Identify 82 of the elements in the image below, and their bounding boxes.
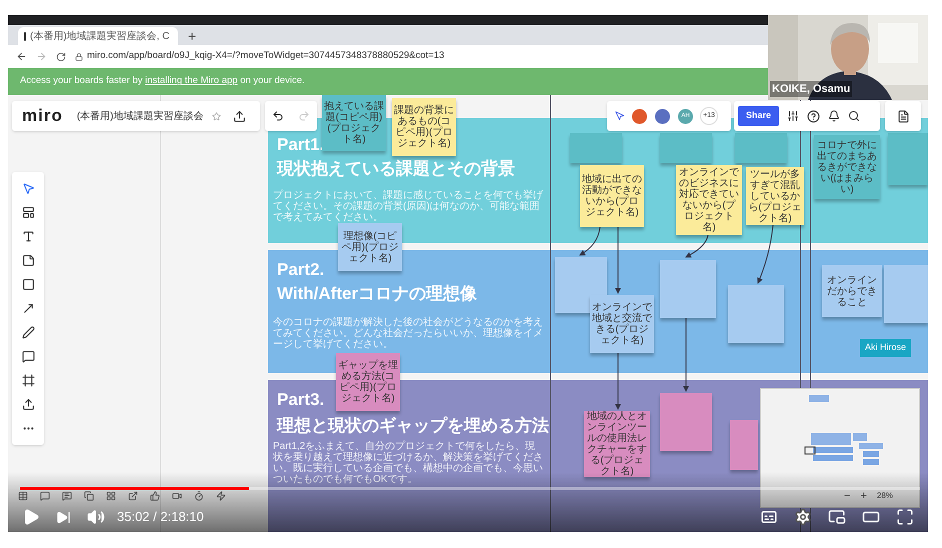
sticky-note-text: ギャップを埋める方法(コピペ用)(プロジェクト名) — [338, 360, 398, 404]
sticky-note[interactable]: オンラインで地域と交流できる(プロジェクト名) — [590, 295, 654, 353]
connector-arrow — [615, 352, 621, 410]
help-icon[interactable] — [807, 110, 820, 122]
select-icon[interactable] — [22, 182, 34, 195]
sticky-note[interactable]: 理想像(コピペ用)(プロジェクト名) — [338, 223, 402, 271]
connector-arrow — [685, 234, 708, 258]
sticky-note[interactable]: 抱えている課題(コピペ用)(プロジェクト名) — [322, 95, 386, 151]
time-display: 35:02 / 2:18:10 — [117, 508, 204, 526]
sticky-note[interactable]: 課題の背景にあるもの(コピペ用)(プロジェクト名) — [392, 98, 456, 156]
section-subtitle: 理想と現状のギャップを埋める方法 — [277, 415, 549, 437]
export-icon[interactable] — [232, 110, 246, 122]
sticky-note-icon[interactable] — [22, 254, 34, 267]
sticky-note-text: 地域に出ての活動ができないから(プロジェクト名) — [582, 174, 642, 218]
zoom-in-button[interactable]: + — [860, 490, 867, 502]
thumbs-up-icon[interactable] — [150, 491, 160, 501]
cursor-icon[interactable] — [615, 111, 625, 121]
fullscreen-icon[interactable] — [896, 508, 914, 526]
share-button[interactable]: Share — [738, 106, 780, 126]
sticky-note-text: 抱えている課題(コピペ用)(プロジェクト名) — [324, 101, 384, 145]
sticky-note-text: 理想像(コピペ用)(プロジェクト名) — [340, 230, 400, 264]
new-tab-button[interactable]: + — [188, 27, 196, 45]
search-icon[interactable] — [848, 110, 860, 122]
participant-name: KOIKE, Osamu — [770, 80, 852, 97]
sticky-note-text: オンラインで地域と交流できる(プロジェクト名) — [592, 302, 652, 346]
zoom-level: 28% — [876, 490, 893, 502]
section-title: Part1. — [277, 135, 324, 155]
section-subtitle: With/Afterコロナの理想像 — [277, 283, 478, 305]
miniplayer-icon[interactable] — [828, 508, 846, 526]
banner-text: Access your boards faster by installing the Miro app on your device. — [20, 74, 305, 88]
avatar[interactable] — [631, 108, 648, 124]
template-icon[interactable] — [22, 206, 34, 219]
sticky-note-text: 課題の背景にあるもの(コピペ用)(プロジェクト名) — [394, 105, 454, 149]
comment-icon[interactable] — [62, 491, 72, 501]
connector-arrow — [579, 226, 600, 256]
pen-icon[interactable] — [22, 326, 34, 339]
section-description: プロジェクトにおいて、課題に感じていることを何でも挙げてください。その課題の背景(原因)は何なのか、可能な範囲で考えてみてください。 — [273, 190, 544, 223]
volume-icon[interactable] — [87, 508, 105, 526]
notification-icon[interactable] — [828, 110, 840, 122]
section-title: Part3. — [277, 390, 324, 410]
lock-icon — [75, 52, 83, 60]
chat-icon[interactable] — [40, 491, 50, 501]
progress-track[interactable] — [20, 487, 920, 490]
upload-icon[interactable] — [22, 398, 34, 412]
arrow-icon[interactable] — [22, 302, 34, 315]
external-link-icon[interactable] — [128, 491, 138, 501]
next-icon[interactable] — [56, 510, 71, 524]
sticky-note[interactable]: ギャップを埋める方法(コピペ用)(プロジェクト名) — [336, 353, 400, 411]
document-icon[interactable] — [896, 110, 910, 122]
cursor-label: Aki Hirose — [860, 339, 912, 356]
connector-arrow — [615, 226, 621, 294]
rectangle-icon[interactable] — [22, 278, 34, 291]
browser-tab[interactable]: (本番用)地域課題実習座談会, C — [18, 27, 178, 45]
lightning-icon[interactable] — [216, 491, 226, 501]
sticky-note[interactable]: 地域に出ての活動ができないから(プロジェクト名) — [580, 165, 644, 227]
play-icon[interactable] — [22, 508, 40, 526]
video-icon[interactable] — [172, 491, 182, 501]
settings-icon[interactable] — [794, 508, 812, 526]
section-subtitle: 現状抱えている課題とその背景 — [277, 158, 515, 180]
section-title: Part2. — [277, 260, 324, 280]
section-description: 今のコロナの課題が解決した後の社会がどうなるのかを考えてみてください。どんな社会だったらいいか、理想像をイメージして挙げてください。 — [273, 317, 544, 350]
reload-icon[interactable] — [56, 52, 66, 62]
avatar[interactable] — [654, 108, 671, 124]
connector-arrow — [757, 224, 774, 284]
timer-icon[interactable] — [194, 491, 204, 501]
frame-icon[interactable] — [22, 374, 34, 388]
table-icon[interactable] — [18, 491, 28, 501]
sticky-note[interactable]: オンラインだからできること — [822, 265, 882, 317]
zoom-out-button[interactable]: − — [844, 490, 850, 502]
back-icon[interactable] — [16, 51, 27, 62]
star-icon[interactable] — [212, 112, 221, 120]
comment-icon[interactable] — [22, 350, 34, 364]
sticky-note-text: オンラインだからできること — [826, 274, 878, 308]
board-title[interactable]: (本番用)地域課題実習座談会 — [76, 108, 204, 124]
copy-icon[interactable] — [84, 491, 94, 501]
section-description: Part1,2をふまえて、自分のプロジェクトで何をしたら、現状を乗り越えて理想像に近づけるか、解決策を挙げてください。既に実行している企画でも、構想中の企画でも、今思いついたものでも何でもOKです。 — [273, 441, 544, 485]
undo-icon[interactable] — [272, 110, 284, 122]
grid-icon[interactable] — [106, 491, 116, 501]
text-icon[interactable] — [22, 230, 34, 243]
subtitles-icon[interactable] — [760, 508, 778, 526]
miro-logo[interactable]: miro — [22, 103, 63, 129]
settings-icon[interactable] — [787, 110, 800, 122]
